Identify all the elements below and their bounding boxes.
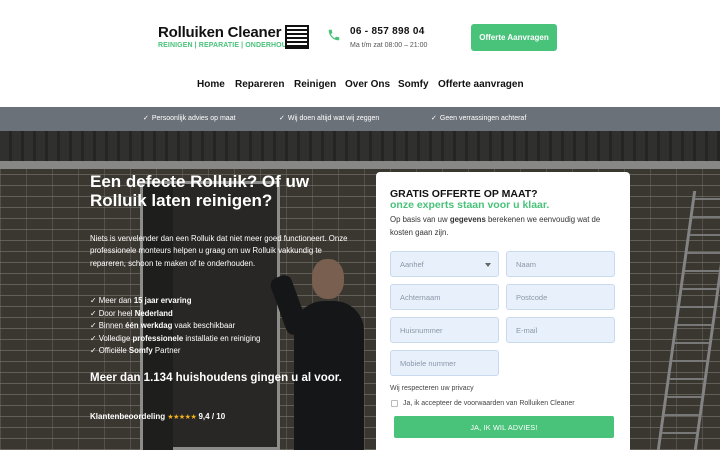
nav-item-over-ons[interactable]: Over Ons [345,79,390,90]
usp-label: Persoonlijk advies op maat [151,115,236,122]
shutter-icon [285,25,309,49]
naam-placeholder: Naam [516,259,537,269]
usp-bar: ✓ Persoonlijk advies op maat ✓ Wij doen al… [0,107,720,131]
consent-checkbox[interactable] [391,400,398,407]
nav-item-repareren[interactable]: Repareren [235,79,284,90]
check-icon: ✓ [90,321,99,331]
nav-item-offerte-aanvragen[interactable]: Offerte aanvragen [438,79,524,90]
hero-intro: Niets is vervelender dan een Rolluik dat… [90,234,348,268]
households-counter: Meer dan 1.134 huishoudens gingen u al v… [90,372,342,384]
benefit-item: ✓ Volledige professionele installatie en… [90,333,261,343]
chevron-down-icon [485,263,491,267]
phone-number[interactable]: 06 - 857 898 04 [350,26,425,37]
benefit-item: ✓ Officiële Somfy Partner [90,346,181,356]
quote-form: GRATIS OFFERTE OP MAAT? onze experts sta… [376,172,630,450]
usp-label: Geen verrassingen achteraf [439,115,527,122]
form-intro: Op basis van uw gegevens berekenen we ee… [390,215,601,237]
aanhef-placeholder: Aanhef [400,259,424,269]
site-header: Rolluiken Cleaner REINIGEN | REPARATIE |… [0,0,720,107]
consent-label[interactable]: Ja, ik accepteer de voorwaarden van Roll… [403,400,575,407]
benefit-item: ✓ Binnen één werkdag vaak beschikbaar [90,321,236,331]
postcode-placeholder: Postcode [516,292,548,302]
rating-score: 9,4 / 10 [198,412,226,421]
star-rating-icon: ★★★★★ [167,414,197,421]
aanhef-select[interactable]: Aanhef [390,251,499,277]
nav-item-reinigen[interactable]: Reinigen [294,79,336,90]
benefit-item: ✓ Door heel Nederland [90,308,173,318]
mobile-placeholder: Mobiele nummer [400,358,456,368]
check-icon: ✓ [90,346,99,356]
huisnummer-field[interactable]: Huisnummer [390,317,499,343]
phone-icon[interactable] [327,28,341,42]
nav-item-home[interactable]: Home [197,79,225,90]
opening-hours: Ma t/m zat 08:00 – 21:00 [350,42,428,49]
naam-field[interactable]: Naam [506,251,615,277]
check-icon: ✓ [90,308,99,318]
check-icon: ✓ [431,115,437,122]
check-icon: ✓ [90,333,99,343]
check-icon: ✓ [143,115,149,122]
logo-subtitle: REINIGEN | REPARATIE | ONDERHOUD [158,42,293,49]
check-icon: ✓ [279,115,285,122]
benefit-item: ✓ Meer dan 15 jaar ervaring [90,296,192,305]
form-subtitle: onze experts staan voor u klaar. [390,199,550,211]
check-icon: ✓ [90,296,99,305]
main-nav: Home Repareren Reinigen Over Ons Somfy O… [0,79,720,95]
postcode-field[interactable]: Postcode [506,284,615,310]
logo[interactable]: Rolluiken Cleaner REINIGEN | REPARATIE |… [158,24,310,54]
submit-button[interactable]: JA, IK WIL ADVIES! [394,416,614,438]
usp-label: Wij doen altijd wat wij zeggen [287,115,380,122]
achternaam-placeholder: Achternaam [400,292,441,302]
achternaam-field[interactable]: Achternaam [390,284,499,310]
usp-item: ✓ Persoonlijk advies op maat [143,114,236,122]
privacy-note: Wij respecteren uw privacy [390,385,474,392]
email-placeholder: E-mail [516,325,538,335]
logo-title: Rolluiken Cleaner [158,24,282,41]
nav-item-somfy[interactable]: Somfy [398,79,429,90]
customer-rating: Klantenbeoordeling ★★★★★ 9,4 / 10 [90,412,225,421]
usp-item: ✓ Wij doen altijd wat wij zeggen [279,114,379,122]
rating-label: Klantenbeoordeling [90,412,166,421]
benefit-list: ✓ Meer dan 15 jaar ervaring ✓ Door heel … [90,295,350,358]
hero-title: Een defecte Rolluik? Of uw Rolluik laten… [90,172,310,210]
huisnummer-placeholder: Huisnummer [400,325,443,335]
offerte-aanvragen-button[interactable]: Offerte Aanvragen [471,24,557,51]
usp-item: ✓ Geen verrassingen achteraf [431,114,526,122]
mobile-field[interactable]: Mobiele nummer [390,350,499,376]
email-field[interactable]: E-mail [506,317,615,343]
